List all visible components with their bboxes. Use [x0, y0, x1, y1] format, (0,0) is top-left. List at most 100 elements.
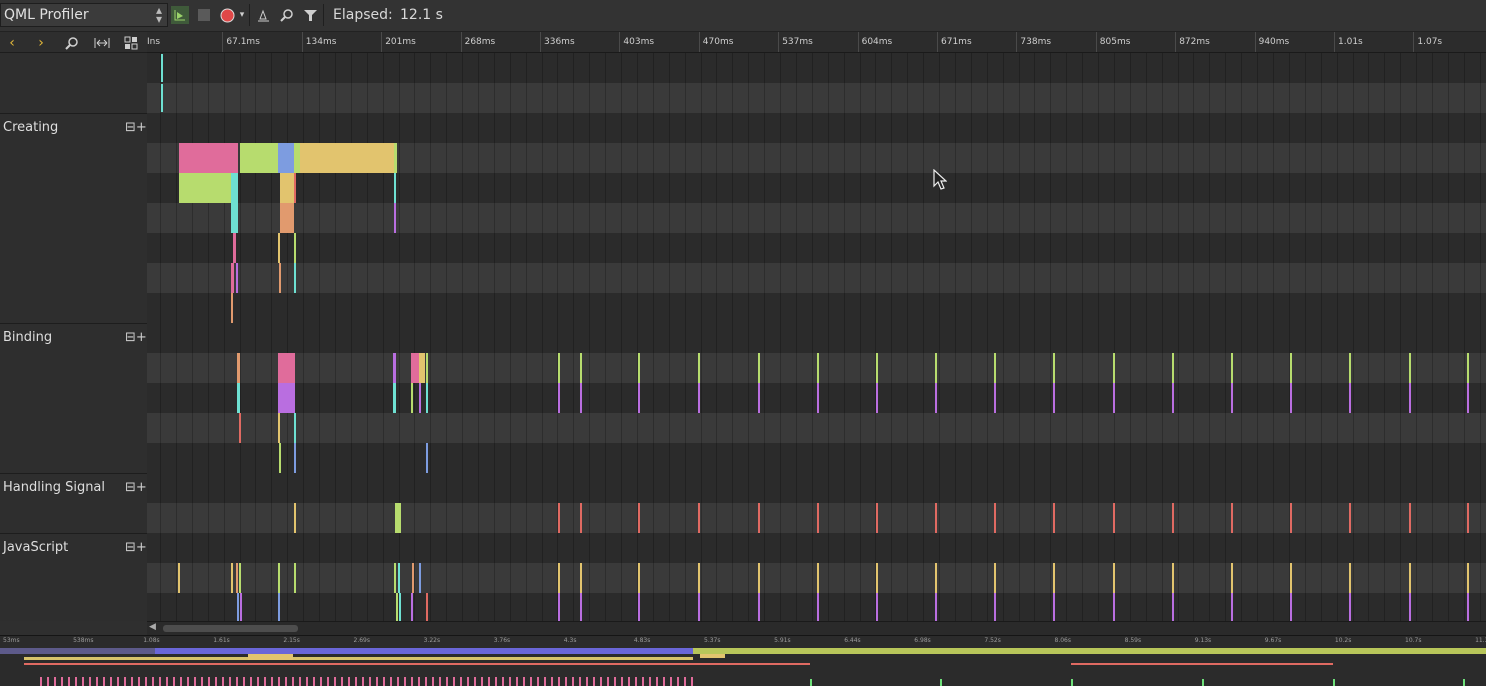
timeline-event: [817, 563, 819, 593]
timeline-event: [1113, 353, 1115, 383]
timeline-event: [231, 293, 233, 323]
updown-arrows-icon: ▴ ▾: [155, 3, 162, 26]
grid-line: [224, 53, 225, 621]
grid-line: [1019, 53, 1020, 621]
timeline-event: [280, 173, 294, 203]
timeline-event: [1172, 353, 1174, 383]
timeline-event: [1349, 593, 1351, 621]
timeline-event: [237, 593, 239, 621]
timeline-view[interactable]: [147, 53, 1486, 621]
timeline-event: [394, 143, 397, 173]
timeline-event: [935, 593, 937, 621]
timeline-event: [278, 593, 280, 621]
track-row: [147, 203, 1486, 233]
timeline-event: [294, 233, 296, 263]
time-ruler[interactable]: Ins 67.1ms 134ms 201ms 268ms 336ms 403ms 470ms 5…: [147, 32, 1486, 53]
grid-line: [828, 53, 829, 621]
track-row: [147, 173, 1486, 203]
timeline-event: [1053, 383, 1055, 413]
ruler-tick-label: 872ms: [1179, 37, 1210, 47]
grid-line: [303, 53, 304, 621]
ruler-tick: [857, 32, 859, 52]
track-row: [147, 293, 1486, 323]
timeline-event: [580, 503, 582, 533]
dropdown-icon[interactable]: ▾: [236, 6, 248, 24]
expand-collapse-icon[interactable]: ⊟+: [125, 540, 147, 555]
timeline-event: [1409, 593, 1411, 621]
ruler-tick-label: 738ms: [1020, 37, 1052, 47]
timeline-event: [278, 383, 295, 413]
next-event-icon[interactable]: ›: [32, 34, 50, 52]
timeline-event: [935, 353, 937, 383]
grid-line: [351, 53, 352, 621]
timeline-event: [419, 563, 421, 593]
timeline-event: [161, 54, 163, 82]
timeline-event: [698, 353, 700, 383]
scroll-left-icon[interactable]: ◀: [149, 622, 156, 632]
ruler-tick-label: 134ms: [305, 37, 337, 47]
grid-line: [1353, 53, 1354, 621]
record-icon[interactable]: [218, 6, 236, 24]
horizontal-scrollbar[interactable]: ◀: [147, 621, 1486, 635]
timeline-event: [236, 563, 238, 593]
start-icon[interactable]: [171, 6, 189, 24]
timeline-event: [1409, 563, 1411, 593]
grid-line: [748, 53, 749, 621]
filter-icon[interactable]: [301, 6, 319, 24]
timeline-event: [558, 503, 560, 533]
view-options-icon[interactable]: [122, 34, 140, 52]
clear-icon[interactable]: [254, 6, 272, 24]
category-animations: [0, 52, 147, 113]
timeline-event: [239, 413, 241, 443]
grid-line: [716, 53, 717, 621]
grid-line: [1464, 53, 1465, 621]
ruler-tick: [1175, 32, 1177, 52]
timeline-event: [935, 563, 937, 593]
timeline-event: [558, 593, 560, 621]
track-row: [147, 83, 1486, 113]
expand-collapse-icon[interactable]: ⊟+: [125, 330, 147, 345]
grid-line: [1193, 53, 1194, 621]
grid-line: [335, 53, 336, 621]
ruler-tick-label: 470ms: [702, 37, 734, 47]
timeline-event: [236, 263, 238, 293]
grid-line: [1368, 53, 1369, 621]
timeline-event: [239, 563, 241, 593]
track-row: [147, 413, 1486, 443]
search-icon[interactable]: [277, 6, 295, 24]
timeline-event: [994, 563, 996, 593]
ruler-tick-label: 805ms: [1099, 37, 1131, 47]
overview-tick-label: 4.3s: [563, 637, 577, 644]
timeline-event: [1172, 383, 1174, 413]
timeline-event: [396, 593, 398, 621]
timeline-event: [1467, 503, 1469, 533]
expand-collapse-icon[interactable]: ⊟+: [125, 120, 147, 135]
timeline-event: [1349, 353, 1351, 383]
grid-line: [860, 53, 861, 621]
timeline-event: [1053, 503, 1055, 533]
range-select-icon[interactable]: [93, 34, 111, 52]
timeline-event: [237, 353, 240, 383]
overview-tick-label: 53ms: [3, 637, 20, 644]
timeline-event: [398, 563, 400, 593]
timeline-event: [935, 503, 937, 533]
previous-event-icon[interactable]: ‹: [3, 34, 21, 52]
ruler-tick-label: 336ms: [544, 37, 575, 47]
overview-tick-label: 9.67s: [1264, 637, 1282, 644]
scrollbar-thumb[interactable]: [163, 625, 298, 632]
grid-line: [1034, 53, 1035, 621]
timeline-event: [1231, 503, 1233, 533]
overview-strip[interactable]: 53ms 538ms 1.08s 1.61s 2.15s 2.69s 3.22s 3.76s 4…: [0, 635, 1486, 686]
grid-line: [701, 53, 702, 621]
timeline-event: [1231, 353, 1233, 383]
expand-collapse-icon[interactable]: ⊟+: [125, 480, 147, 495]
grid-line: [1162, 53, 1163, 621]
stop-icon[interactable]: [195, 6, 213, 24]
zoom-icon[interactable]: [62, 34, 80, 52]
timeline-event: [876, 593, 878, 621]
timeline-event: [876, 563, 878, 593]
profiler-select[interactable]: QML Profiler ▴ ▾: [0, 3, 168, 27]
grid-line: [176, 53, 177, 621]
timeline-event: [300, 143, 394, 173]
ruler-tick-label: 537ms: [782, 37, 813, 47]
